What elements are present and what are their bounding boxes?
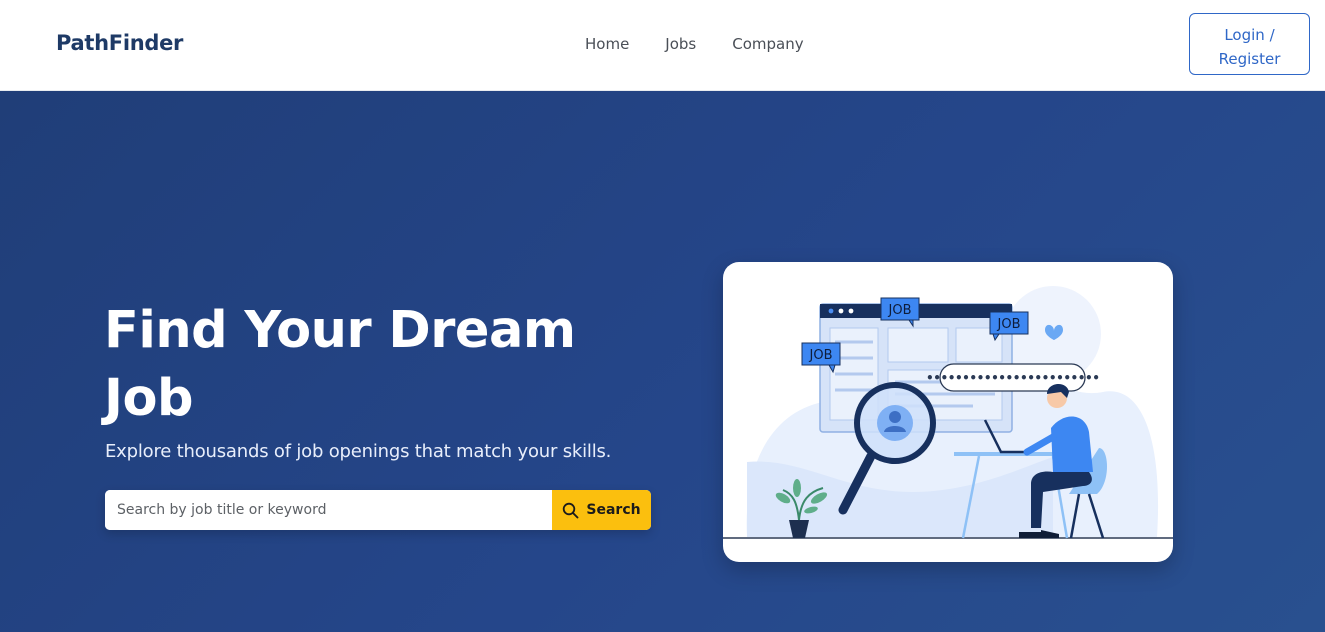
register-label: Register xyxy=(1218,50,1281,68)
nav-link-company[interactable]: Company xyxy=(732,35,803,53)
job-search-illustration: JOB JOB JOB •••••••••••••••••••••••• xyxy=(723,286,1173,539)
svg-text:••••••••••••••••••••••••: •••••••••••••••••••••••• xyxy=(926,371,1099,385)
svg-text:JOB: JOB xyxy=(888,303,912,318)
hero-section: Find Your Dream Job Explore thousands of… xyxy=(0,91,1325,632)
search-input[interactable] xyxy=(105,490,552,530)
search-button[interactable]: Search xyxy=(552,490,651,530)
svg-text:JOB: JOB xyxy=(809,348,833,363)
password-field-illustration: •••••••••••••••••••••••• xyxy=(926,363,1100,392)
search-bar: Search xyxy=(105,490,651,530)
hero-title: Find Your Dream Job xyxy=(104,301,576,428)
login-register-button[interactable]: Login / Register xyxy=(1189,13,1310,75)
login-label: Login / xyxy=(1224,26,1275,44)
search-button-label: Search xyxy=(586,502,641,518)
nav-link-home[interactable]: Home xyxy=(585,35,629,53)
main-nav: Home Jobs Company xyxy=(585,35,840,53)
svg-text:JOB: JOB xyxy=(997,317,1021,332)
hero-subtitle: Explore thousands of job openings that m… xyxy=(105,441,612,462)
search-icon xyxy=(562,502,579,519)
nav-link-jobs[interactable]: Jobs xyxy=(665,35,696,53)
hero-illustration-card: JOB JOB JOB •••••••••••••••••••••••• xyxy=(723,262,1173,562)
navbar: PathFinder Home Jobs Company Login / Reg… xyxy=(0,0,1325,91)
brand-logo[interactable]: PathFinder xyxy=(56,31,183,55)
